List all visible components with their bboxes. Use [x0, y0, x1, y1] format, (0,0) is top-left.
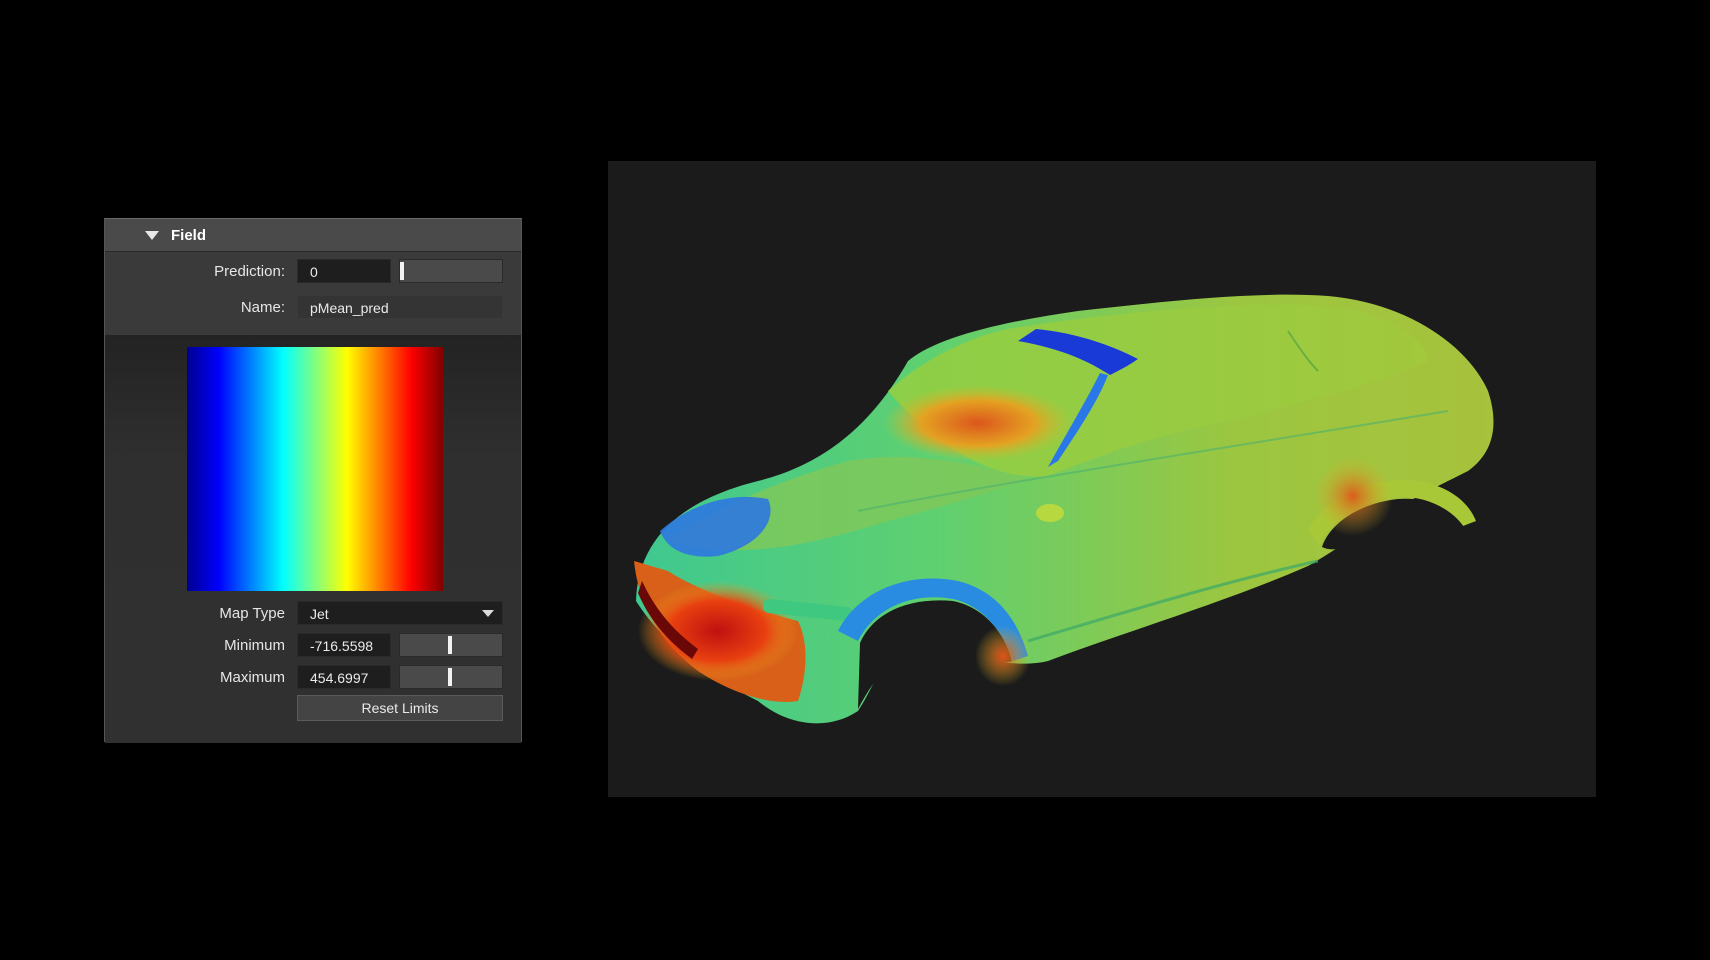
- minimum-slider[interactable]: [399, 633, 503, 657]
- rear-arch-hotspot: [1313, 456, 1393, 536]
- prediction-slider-handle[interactable]: [400, 262, 404, 280]
- maximum-label: Maximum: [219, 669, 285, 686]
- minimum-row: Minimum -716.5598: [105, 633, 521, 659]
- windshield-hotspot: [883, 385, 1073, 461]
- field-panel-title: Field: [171, 226, 207, 244]
- map-type-row: Map Type Jet: [105, 601, 521, 627]
- maximum-slider-handle[interactable]: [448, 668, 452, 686]
- maximum-slider[interactable]: [399, 665, 503, 689]
- prediction-input[interactable]: 0: [297, 259, 391, 283]
- minimum-slider-handle[interactable]: [448, 636, 452, 654]
- collapse-caret-icon[interactable]: [145, 230, 159, 240]
- maximum-row: Maximum 454.6997: [105, 665, 521, 691]
- reset-limits-button[interactable]: Reset Limits: [297, 695, 503, 721]
- minimum-label: Minimum: [224, 637, 285, 654]
- name-label: Name:: [240, 299, 285, 316]
- name-row: Name: pMean_pred: [105, 295, 521, 321]
- prediction-label: Prediction:: [214, 263, 285, 280]
- minimum-input[interactable]: -716.5598: [297, 633, 391, 657]
- car-render: [634, 294, 1494, 724]
- colormap-preview: [187, 347, 443, 591]
- map-type-label: Map Type: [219, 605, 285, 622]
- chevron-down-icon: [482, 610, 494, 617]
- front-arch-hotspot: [975, 626, 1031, 686]
- map-type-select[interactable]: Jet: [297, 601, 503, 625]
- door-handle: [1036, 504, 1064, 522]
- field-panel: Field Prediction: 0 Name: pMean_pred Map…: [104, 218, 522, 743]
- field-panel-header[interactable]: Field: [105, 219, 521, 252]
- maximum-input[interactable]: 454.6997: [297, 665, 391, 689]
- prediction-row: Prediction: 0: [105, 259, 521, 285]
- prediction-slider[interactable]: [399, 259, 503, 283]
- name-field[interactable]: pMean_pred: [297, 295, 503, 319]
- map-type-value: Jet: [310, 606, 329, 622]
- 3d-viewport[interactable]: [608, 161, 1596, 797]
